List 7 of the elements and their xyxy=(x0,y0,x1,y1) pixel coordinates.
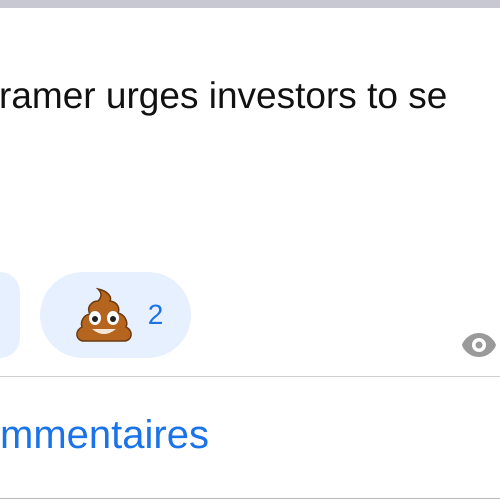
reaction-pill[interactable]: 2 xyxy=(40,272,191,358)
post-headline: ramer urges investors to se xyxy=(0,74,448,118)
poop-icon xyxy=(74,287,134,343)
eye-icon xyxy=(461,332,497,358)
reaction-count: 2 xyxy=(148,299,164,331)
comments-link[interactable]: mmentaires xyxy=(0,411,209,459)
reaction-pill[interactable] xyxy=(0,272,20,358)
